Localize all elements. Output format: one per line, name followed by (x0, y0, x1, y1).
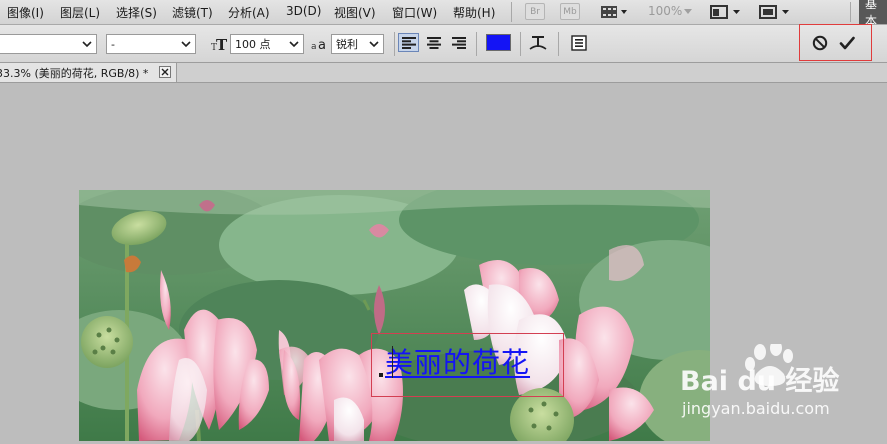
chevron-down-icon (367, 37, 381, 51)
chevron-down-icon (179, 37, 193, 51)
align-center-icon (426, 36, 441, 49)
menu-help[interactable]: 帮助(H) (453, 4, 495, 21)
antialias-icon: aa (311, 35, 329, 53)
font-size-icon: TT (211, 35, 229, 53)
align-right-button[interactable] (448, 33, 469, 52)
bridge-button[interactable]: Br (525, 3, 545, 20)
chevron-down-icon (80, 37, 94, 51)
document-tab-bar: 33.3% (美丽的荷花, RGB/8) * (0, 63, 887, 83)
film-icon (601, 5, 627, 18)
font-style-select[interactable]: - (106, 34, 196, 54)
lotus-photo (79, 190, 710, 441)
text-color-swatch[interactable] (486, 34, 511, 51)
menu-window[interactable]: 窗口(W) (392, 4, 437, 21)
minibridge-icon: Mb (560, 3, 580, 20)
font-family-select[interactable] (0, 34, 97, 54)
watermark-brand: Bai du 经验 (680, 366, 840, 397)
options-bar: - TT 100 点 aa 锐利 (0, 25, 887, 63)
align-center-button[interactable] (423, 33, 444, 52)
zoom-dropdown-icon[interactable] (683, 3, 693, 20)
align-left-icon (401, 36, 416, 49)
font-size-value: 100 点 (235, 38, 271, 51)
options-separator (558, 32, 559, 56)
menu-select[interactable]: 选择(S) (116, 4, 157, 21)
character-panel-icon (571, 35, 587, 51)
commit-highlight-box (799, 24, 872, 61)
close-icon[interactable] (159, 66, 171, 78)
document-tab-title: 33.3% (美丽的荷花, RGB/8) * (0, 66, 149, 80)
font-size-select[interactable]: 100 点 (230, 34, 304, 54)
text-anchor-point (379, 373, 383, 377)
warp-text-icon (529, 36, 547, 50)
watermark-url: jingyan.baidu.com (682, 399, 830, 418)
svg-text:a: a (311, 42, 317, 51)
canvas-image[interactable] (79, 190, 710, 441)
bridge-icon: Br (525, 3, 545, 20)
document-tab[interactable]: 33.3% (美丽的荷花, RGB/8) * (0, 63, 177, 82)
menu-filter[interactable]: 滤镜(T) (172, 4, 213, 21)
menu-bar: 图像(I) 图层(L) 选择(S) 滤镜(T) 分析(A) 3D(D) 视图(V… (0, 0, 887, 28)
svg-text:a: a (318, 38, 326, 51)
menu-image[interactable]: 图像(I) (7, 4, 44, 21)
antialias-select[interactable]: 锐利 (331, 34, 384, 54)
view-extras-button[interactable] (596, 3, 632, 20)
antialias-value: 锐利 (336, 38, 358, 51)
align-left-button[interactable] (398, 33, 419, 52)
menu-layer[interactable]: 图层(L) (60, 4, 100, 21)
menu-separator (511, 2, 512, 22)
minibridge-button[interactable]: Mb (560, 3, 580, 20)
svg-text:T: T (216, 36, 228, 52)
menu-view[interactable]: 视图(V) (334, 4, 376, 21)
arrange-documents-button[interactable] (709, 3, 743, 20)
font-style-value: - (111, 37, 115, 51)
options-separator (394, 32, 395, 56)
zoom-level[interactable]: 100% (648, 4, 682, 18)
workspace-switcher[interactable]: 基本 (859, 0, 887, 28)
chevron-down-icon (287, 37, 301, 51)
options-separator (476, 32, 477, 56)
text-cursor (392, 346, 393, 378)
character-panel-button[interactable] (568, 33, 590, 53)
menu-3d[interactable]: 3D(D) (286, 4, 321, 18)
menu-separator (850, 2, 851, 22)
arrange-icon (710, 4, 740, 19)
align-right-icon (451, 36, 466, 49)
screen-mode-icon (759, 4, 789, 19)
screen-mode-button[interactable] (757, 3, 793, 20)
options-separator (520, 32, 521, 56)
canvas-text-layer[interactable]: 美丽的荷花 (385, 341, 530, 381)
warp-text-button[interactable] (527, 33, 549, 53)
menu-analysis[interactable]: 分析(A) (228, 4, 270, 21)
baidu-watermark: Bai du 经验 jingyan.baidu.com (680, 340, 887, 441)
